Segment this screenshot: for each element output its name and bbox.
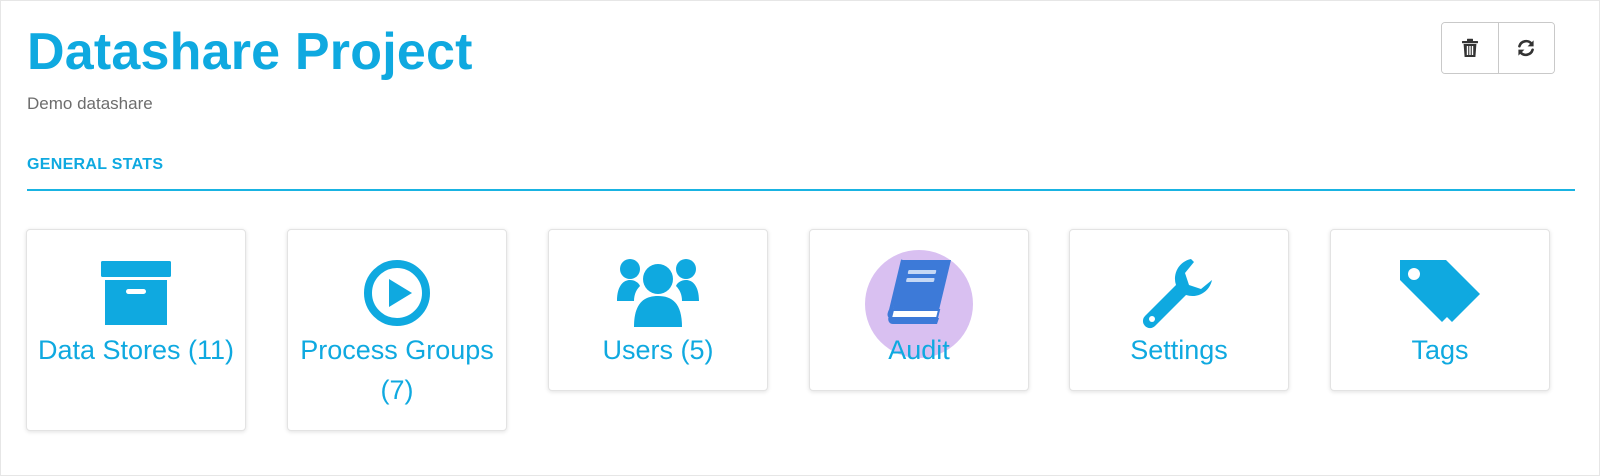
card-label: Audit bbox=[888, 335, 950, 365]
section-divider bbox=[27, 189, 1575, 191]
trash-icon bbox=[1461, 38, 1478, 57]
archive-box-icon bbox=[91, 248, 181, 338]
play-circle-icon bbox=[352, 248, 442, 338]
refresh-button[interactable] bbox=[1497, 23, 1554, 73]
book-icon bbox=[874, 248, 964, 338]
card-users[interactable]: Users (5) bbox=[548, 229, 768, 391]
card-settings[interactable]: Settings bbox=[1069, 229, 1289, 391]
refresh-icon bbox=[1518, 39, 1535, 57]
page-title: Datashare Project bbox=[27, 23, 473, 81]
users-icon bbox=[613, 248, 703, 338]
card-process-groups[interactable]: Process Groups (7) bbox=[287, 229, 507, 431]
wrench-icon bbox=[1134, 248, 1224, 338]
card-label: Settings bbox=[1130, 335, 1228, 365]
card-audit[interactable]: Audit bbox=[809, 229, 1029, 391]
card-label: Process Groups (7) bbox=[300, 335, 494, 405]
card-label: Data Stores (11) bbox=[37, 335, 235, 365]
datashare-page: Datashare Project Demo datashare GENERAL… bbox=[0, 0, 1600, 476]
tags-icon bbox=[1395, 248, 1485, 338]
card-tags[interactable]: Tags bbox=[1330, 229, 1550, 391]
card-label: Users (5) bbox=[602, 335, 714, 365]
page-subtitle: Demo datashare bbox=[27, 94, 153, 113]
action-toolbar bbox=[1441, 22, 1555, 74]
section-title: GENERAL STATS bbox=[27, 156, 164, 173]
card-data-stores[interactable]: Data Stores (11) bbox=[26, 229, 246, 431]
card-label: Tags bbox=[1411, 335, 1469, 365]
delete-button[interactable] bbox=[1442, 23, 1498, 73]
